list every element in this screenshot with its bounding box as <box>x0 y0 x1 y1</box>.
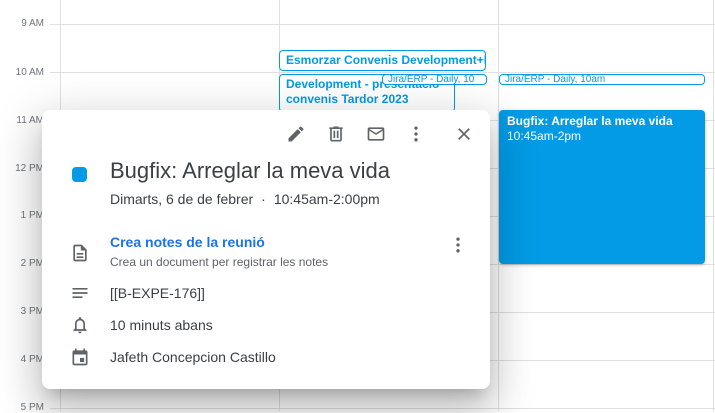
event-time: 10:45am-2:00pm <box>273 191 380 207</box>
close-icon <box>458 128 470 140</box>
event-title: Esmorzar Convenis Development+EN <box>286 53 486 67</box>
email-guests-button[interactable] <box>364 122 388 146</box>
separator: · <box>261 191 266 207</box>
event-esmorzar[interactable]: Esmorzar Convenis Development+EN <box>279 50 486 71</box>
event-reminder: 10 minuts abans <box>110 317 213 333</box>
event-time: 10am <box>580 74 606 85</box>
day-column-divider <box>713 0 714 411</box>
more-vert-icon <box>456 237 460 253</box>
hour-gridline <box>50 24 715 25</box>
hour-label: 1 PM <box>20 210 44 221</box>
event-time: 10:45am-2pm <box>507 129 582 143</box>
hour-gridline <box>50 408 715 409</box>
event-time: 10 <box>463 74 475 85</box>
bell-icon <box>70 315 90 335</box>
hour-label: 12 PM <box>15 163 44 174</box>
event-date: Dimarts, 6 de de febrer <box>110 191 254 207</box>
delete-icon <box>329 126 343 142</box>
hour-label: 4 PM <box>20 354 44 365</box>
event-title: Jira/ERP - Daily, <box>505 74 578 85</box>
event-detail-popup: Bugfix: Arreglar la meva vida Dimarts, 6… <box>42 110 490 389</box>
hour-label: 11 AM <box>16 115 44 126</box>
hour-label: 5 PM <box>20 402 44 413</box>
more-vert-icon <box>414 126 418 142</box>
event-title: Bugfix: Arreglar la meva vida <box>110 158 391 183</box>
hour-label: 9 AM <box>21 18 44 29</box>
more-options-button[interactable] <box>404 122 428 146</box>
hour-label: 3 PM <box>20 306 44 317</box>
email-icon <box>367 127 385 141</box>
event-jira-daily[interactable]: Jira/ERP - Daily, 10 <box>382 74 487 85</box>
hour-label: 2 PM <box>20 258 44 269</box>
hour-label: 10 AM <box>15 67 44 78</box>
event-datetime: Dimarts, 6 de de febrer · 10:45am-2:00pm <box>110 191 380 207</box>
event-description: [[B-EXPE-176]] <box>110 285 205 301</box>
close-button[interactable] <box>452 122 476 146</box>
document-icon <box>70 243 90 263</box>
notes-more-button[interactable] <box>446 233 470 257</box>
create-notes-description: Crea un document per registrar les notes <box>110 255 329 269</box>
create-notes-link[interactable]: Crea notes de la reunió <box>110 234 265 250</box>
event-title: Jira/ERP - Daily, <box>388 74 461 85</box>
calendar-icon <box>70 347 90 367</box>
delete-button[interactable] <box>324 122 348 146</box>
event-organizer: Jafeth Concepcion Castillo <box>110 349 276 365</box>
edit-icon <box>288 126 304 142</box>
event-color-swatch <box>72 167 87 182</box>
edit-button[interactable] <box>284 122 308 146</box>
hour-gridline <box>50 72 715 73</box>
description-icon <box>70 283 90 303</box>
event-title: Bugfix: Arreglar la meva vida <box>507 114 673 128</box>
event-jira-daily[interactable]: Jira/ERP - Daily, 10am <box>499 74 705 85</box>
event-bugfix[interactable]: Bugfix: Arreglar la meva vida 10:45am-2p… <box>499 110 705 264</box>
